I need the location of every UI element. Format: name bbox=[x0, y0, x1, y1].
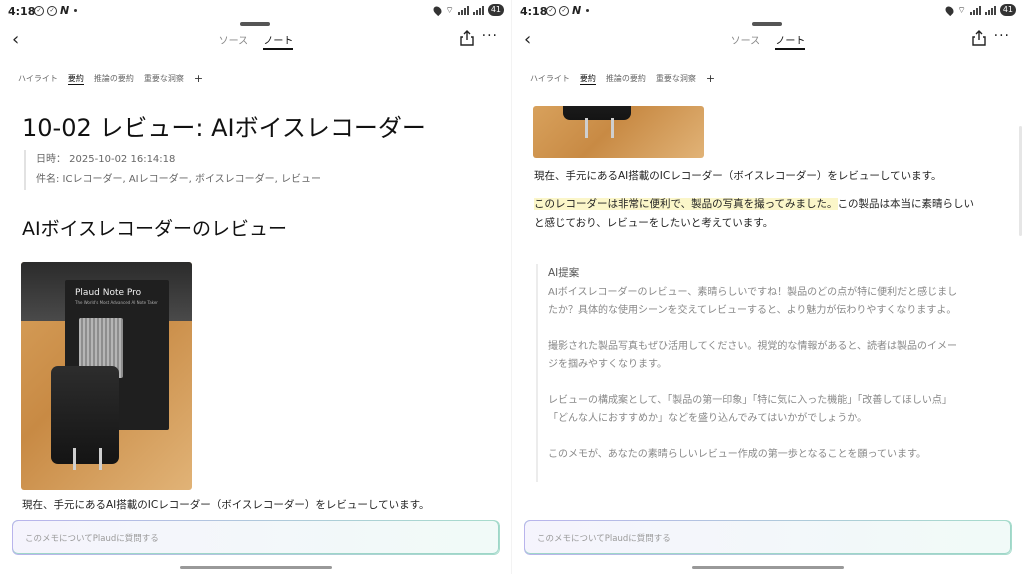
status-notification-icons: ✓ ✓ N bbox=[34, 4, 78, 17]
top-bar: ‹ ソース ノート ··· bbox=[512, 26, 1024, 52]
product-photo[interactable] bbox=[533, 106, 704, 158]
ask-plaud-input[interactable]: このメモについてPlaudに質問する bbox=[524, 520, 1011, 554]
ai-suggestion-paragraph: レビューの構成案として、「製品の第一印象」「特に気に入った機能」「改善してほしい… bbox=[548, 395, 952, 424]
add-tab-button[interactable]: + bbox=[194, 72, 203, 85]
note-subject: 件名: ICレコーダー, AIレコーダー, ボイスレコーダー, レビュー bbox=[36, 174, 322, 185]
scrollbar[interactable] bbox=[1019, 126, 1022, 236]
tab-note[interactable]: ノート bbox=[263, 36, 294, 50]
battery-indicator: 41 bbox=[487, 4, 504, 16]
tab-reasoning-summary[interactable]: 推論の要約 bbox=[94, 73, 134, 84]
highlighted-sentence: このレコーダーは非常に便利で、製品の写真を撮ってみました。 bbox=[534, 198, 838, 210]
check-circle-icon: ✓ bbox=[559, 5, 569, 16]
signal-icon bbox=[969, 5, 981, 15]
note-metadata: 日時： 2025-10-02 16:14:18 件名: ICレコーダー, AIレ… bbox=[24, 150, 321, 190]
signal-icon bbox=[457, 5, 469, 15]
share-icon[interactable] bbox=[972, 30, 986, 46]
ai-suggestion-paragraph: このメモが、あなたの素晴らしいレビュー作成の第一歩となることを願っています。 bbox=[548, 449, 926, 460]
note-content[interactable]: 現在、手元にあるAI搭載のICレコーダー（ボイスレコーダー）をレビューしています… bbox=[512, 106, 1024, 524]
product-box-tagline: The World's Most Advanced AI Note Taker bbox=[75, 300, 158, 305]
summary-tabs: ハイライト 要約 推論の要約 重要な洞察 + bbox=[530, 72, 715, 85]
note-date: 日時： 2025-10-02 16:14:18 bbox=[36, 154, 176, 165]
ask-plaud-input[interactable]: このメモについてPlaudに質問する bbox=[12, 520, 499, 554]
section-heading: AIボイスレコーダーのレビュー bbox=[22, 218, 288, 240]
check-circle-icon: ✓ bbox=[546, 5, 556, 16]
tab-summary[interactable]: 要約 bbox=[579, 73, 596, 85]
wifi-icon: ⌔ bbox=[957, 5, 966, 16]
status-bar: 4:18 ✓ ✓ N ⌔ 41 bbox=[0, 0, 512, 22]
more-horizontal-icon[interactable]: ··· bbox=[994, 28, 1010, 44]
dot-icon bbox=[586, 9, 590, 12]
tab-source[interactable]: ソース bbox=[731, 36, 761, 47]
status-bar: 4:18 ✓ ✓ N ⌔ 41 bbox=[512, 0, 1024, 22]
ai-suggestion-box: AI提案 AIボイスレコーダーのレビュー、素晴らしいですね！製品のどの点が特に便… bbox=[536, 264, 1006, 482]
right-screen: 4:18 ✓ ✓ N ⌔ 41 ‹ ソース ノート ··· ハイライト 要約 推… bbox=[512, 0, 1024, 574]
location-icon bbox=[944, 4, 956, 16]
note-content[interactable]: 10-02 レビュー: AIボイスレコーダー 日時： 2025-10-02 16… bbox=[0, 96, 512, 524]
product-photo[interactable]: Plaud Note Pro The World's Most Advanced… bbox=[21, 262, 192, 490]
note-paragraph: 現在、手元にあるAI搭載のICレコーダー（ボイスレコーダー）をレビューしています… bbox=[22, 499, 430, 511]
tab-highlight[interactable]: ハイライト bbox=[18, 73, 58, 84]
tab-key-insights[interactable]: 重要な洞察 bbox=[144, 73, 184, 84]
tab-highlight[interactable]: ハイライト bbox=[530, 73, 570, 84]
ai-suggestion-paragraph: 撮影された製品写真もぜひ活用してください。視覚的な情報があると、読者は製品のイメ… bbox=[548, 341, 957, 370]
status-system-icons: ⌔ 41 bbox=[432, 4, 504, 16]
home-indicator[interactable] bbox=[180, 566, 332, 569]
signal-icon bbox=[472, 5, 484, 15]
note-paragraph: 現在、手元にあるAI搭載のICレコーダー（ボイスレコーダー）をレビューしています… bbox=[534, 170, 942, 182]
location-icon bbox=[432, 4, 444, 16]
check-circle-icon: ✓ bbox=[47, 5, 57, 16]
tab-reasoning-summary[interactable]: 推論の要約 bbox=[606, 73, 646, 84]
tab-key-insights[interactable]: 重要な洞察 bbox=[656, 73, 696, 84]
more-horizontal-icon[interactable]: ··· bbox=[482, 28, 498, 44]
battery-indicator: 41 bbox=[999, 4, 1016, 16]
n-app-icon: N bbox=[572, 4, 582, 17]
home-indicator[interactable] bbox=[692, 566, 844, 569]
add-tab-button[interactable]: + bbox=[706, 72, 715, 85]
ai-suggestion-title: AI提案 bbox=[548, 267, 580, 279]
summary-tabs: ハイライト 要約 推論の要約 重要な洞察 + bbox=[18, 72, 203, 85]
status-time: 4:18 bbox=[520, 5, 548, 18]
tab-summary[interactable]: 要約 bbox=[67, 73, 84, 85]
status-notification-icons: ✓ ✓ N bbox=[546, 4, 590, 17]
note-title: 10-02 レビュー: AIボイスレコーダー bbox=[22, 114, 426, 142]
share-icon[interactable] bbox=[460, 30, 474, 46]
status-time: 4:18 bbox=[8, 5, 36, 18]
left-screen: 4:18 ✓ ✓ N ⌔ 41 ‹ ソース ノート ··· ハイライト 要約 推… bbox=[0, 0, 512, 574]
top-bar: ‹ ソース ノート ··· bbox=[0, 26, 512, 52]
note-paragraph-highlighted: このレコーダーは非常に便利で、製品の写真を撮ってみました。この製品は本当に素晴ら… bbox=[534, 198, 975, 229]
dot-icon bbox=[74, 9, 78, 12]
tab-note[interactable]: ノート bbox=[775, 36, 806, 50]
recorder-device bbox=[51, 366, 119, 464]
ai-suggestion-paragraph: AIボイスレコーダーのレビュー、素晴らしいですね！製品のどの点が特に便利だと感じ… bbox=[548, 287, 958, 316]
product-box-brand: Plaud Note Pro bbox=[75, 288, 142, 298]
view-switcher: ソース ノート bbox=[0, 32, 512, 50]
view-switcher: ソース ノート bbox=[512, 32, 1024, 50]
tab-source[interactable]: ソース bbox=[219, 36, 249, 47]
recorder-device bbox=[563, 106, 631, 120]
signal-icon bbox=[984, 5, 996, 15]
check-circle-icon: ✓ bbox=[34, 5, 44, 16]
status-system-icons: ⌔ 41 bbox=[944, 4, 1016, 16]
n-app-icon: N bbox=[60, 4, 70, 17]
wifi-icon: ⌔ bbox=[445, 5, 454, 16]
